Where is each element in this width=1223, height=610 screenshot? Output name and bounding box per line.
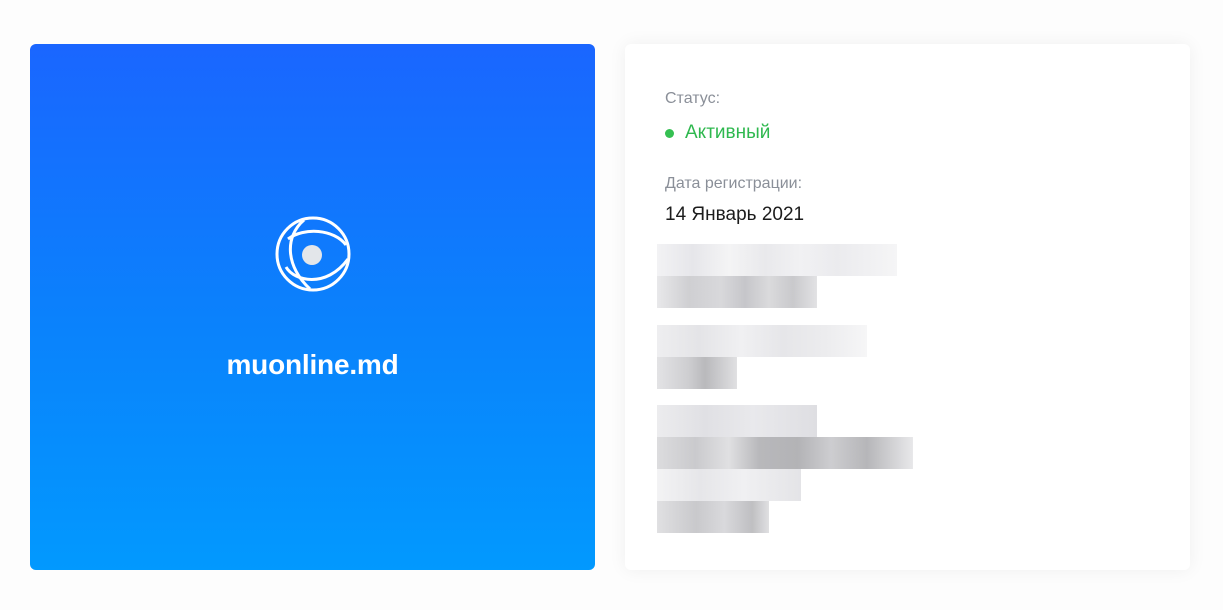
status-value: Активный xyxy=(665,122,770,144)
redacted-block-1 xyxy=(657,244,897,308)
globe-sphere-icon xyxy=(275,216,351,292)
page: muonline.md Статус: Активный Дата регист… xyxy=(0,0,1223,610)
registration-value: 14 Январь 2021 xyxy=(665,204,805,225)
status-dot-icon xyxy=(665,128,674,138)
registration-label: Дата регистрации: xyxy=(665,175,803,192)
redacted-block-4 xyxy=(657,469,807,533)
redacted-block-2 xyxy=(657,325,877,389)
brand-card: muonline.md xyxy=(30,44,595,570)
redacted-block-3 xyxy=(657,405,917,469)
status-text: Активный xyxy=(685,122,771,143)
status-label: Статус: xyxy=(665,90,721,107)
info-card: Статус: Активный Дата регистрации: 14 Ян… xyxy=(625,44,1190,570)
brand-name: muonline.md xyxy=(226,349,399,380)
